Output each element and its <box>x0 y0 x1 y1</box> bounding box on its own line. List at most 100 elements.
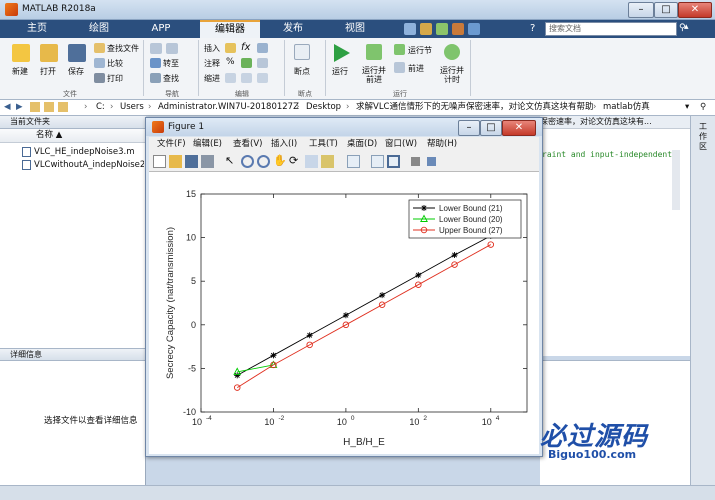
forward-icon[interactable]: ▶ <box>16 100 23 115</box>
path-segment[interactable]: Desktop <box>306 100 341 115</box>
menu-window[interactable]: 窗口(W) <box>385 137 417 152</box>
comment-percent-icon[interactable]: % <box>226 57 235 67</box>
print-button[interactable]: 打印 <box>107 73 123 84</box>
pan-icon[interactable]: ✋ <box>273 155 287 168</box>
path-segment[interactable]: matlab仿真 <box>603 100 650 115</box>
wrap-comment-icon[interactable] <box>257 58 268 68</box>
new-button[interactable]: 新建 <box>12 66 28 77</box>
insert-icon[interactable] <box>225 43 236 53</box>
find-button[interactable]: 查找 <box>163 73 179 84</box>
chevron-down-icon[interactable]: ▾ <box>685 100 689 115</box>
open-button[interactable]: 打开 <box>40 66 56 77</box>
undo-quick-icon[interactable] <box>420 23 432 35</box>
zoom-in-icon[interactable] <box>241 155 254 168</box>
path-segment[interactable]: 求解VLC通信情形下的无噪声保密速率，对论文仿真这块有帮助 <box>356 100 594 115</box>
indent-decrease-icon[interactable] <box>257 73 268 83</box>
address-bar[interactable]: ◀ ▶ › C: › Users › Administrator.WIN7U-2… <box>0 100 715 116</box>
tab-editor[interactable]: 编辑器 <box>200 20 260 38</box>
data-cursor-icon[interactable] <box>305 155 318 168</box>
run-button[interactable]: 运行 <box>332 66 348 77</box>
menu-file[interactable]: 文件(F) <box>157 137 186 152</box>
figure-close-button[interactable]: ✕ <box>502 120 536 136</box>
menu-help[interactable]: 帮助(H) <box>427 137 457 152</box>
save-icon[interactable] <box>68 44 86 62</box>
list-item[interactable]: VLC_HE_indepNoise3.m <box>34 147 135 157</box>
search-icon[interactable]: ⚲ <box>679 23 689 35</box>
open-file-icon[interactable] <box>169 155 182 168</box>
run-time-icon[interactable] <box>444 44 460 60</box>
maximize-button[interactable]: □ <box>654 2 678 18</box>
search-folder-icon[interactable]: ⚲ <box>700 100 706 115</box>
save-figure-icon[interactable] <box>185 155 198 168</box>
close-button[interactable]: ✕ <box>678 2 712 18</box>
rotate-icon[interactable]: ⟳ <box>289 155 302 168</box>
uncomment-icon[interactable] <box>241 58 252 68</box>
show-plot-tools-icon[interactable] <box>427 157 436 166</box>
menu-view[interactable]: 查看(V) <box>233 137 262 152</box>
compare-button[interactable]: 比较 <box>107 58 123 69</box>
breakpoints-button[interactable]: 断点 <box>294 66 310 77</box>
forward-nav-icon[interactable] <box>166 43 178 54</box>
print-figure-icon[interactable] <box>201 155 214 168</box>
tab-view[interactable]: 视图 <box>326 20 384 38</box>
zoom-out-icon[interactable] <box>257 155 270 168</box>
redo-quick-icon[interactable] <box>436 23 448 35</box>
menu-insert[interactable]: 插入(I) <box>271 137 297 152</box>
legend-icon[interactable] <box>387 155 400 168</box>
goto-button[interactable]: 转至 <box>163 58 179 69</box>
find-files-button[interactable]: 查找文件 <box>107 43 139 54</box>
save-button[interactable]: 保存 <box>68 66 84 77</box>
hide-plot-tools-icon[interactable] <box>411 157 420 166</box>
run-time-button[interactable]: 运行并 计时 <box>440 66 464 84</box>
back-nav-icon[interactable] <box>150 43 162 54</box>
advance-button[interactable]: 前进 <box>408 63 424 74</box>
indent-smart-icon[interactable] <box>225 73 236 83</box>
comment-button[interactable]: 注释 <box>204 58 220 69</box>
browse-folder-icon[interactable] <box>44 102 54 112</box>
tab-publish[interactable]: 发布 <box>264 20 322 38</box>
up-folder-icon[interactable] <box>30 102 40 112</box>
link-plot-icon[interactable] <box>347 155 360 168</box>
new-icon[interactable] <box>12 44 30 62</box>
scrollbar[interactable] <box>672 150 680 210</box>
indent-button[interactable]: 缩进 <box>204 73 220 84</box>
tab-home[interactable]: 主页 <box>8 20 66 38</box>
run-section-icon[interactable] <box>394 44 405 55</box>
save-quick-icon[interactable] <box>404 23 416 35</box>
run-advance-button[interactable]: 运行并 前进 <box>362 66 386 84</box>
menu-desktop[interactable]: 桌面(D) <box>347 137 377 152</box>
name-column-header[interactable]: 名称 ▲ <box>0 129 146 143</box>
insert-button[interactable]: 插入 <box>204 43 220 54</box>
advance-icon[interactable] <box>394 62 405 73</box>
new-figure-icon[interactable] <box>153 155 166 168</box>
tab-apps[interactable]: APP <box>132 20 190 38</box>
editor-area[interactable]: 保密速率，对论文仿真这块有... raint and input-indepen… <box>540 116 690 356</box>
menu-edit[interactable]: 编辑(E) <box>193 137 222 152</box>
run-icon[interactable] <box>334 44 350 62</box>
indent-increase-icon[interactable] <box>241 73 252 83</box>
menu-tools[interactable]: 工具(T) <box>309 137 338 152</box>
fx-icon[interactable]: fx <box>241 42 250 53</box>
back-icon[interactable]: ◀ <box>4 100 11 115</box>
workspace-label[interactable]: 工作区 <box>699 122 709 152</box>
figure-minimize-button[interactable]: – <box>458 120 480 136</box>
run-section-button[interactable]: 运行节 <box>408 45 432 56</box>
brush-icon[interactable] <box>321 155 334 168</box>
editor-path-tab[interactable]: 保密速率，对论文仿真这块有... <box>540 116 690 129</box>
colorbar-icon[interactable] <box>371 155 384 168</box>
figure-maximize-button[interactable]: □ <box>480 120 502 136</box>
list-item[interactable]: VLCwithoutA_indepNoise2_l <box>34 160 144 170</box>
tab-plots[interactable]: 绘图 <box>70 20 128 38</box>
path-segment[interactable]: Users <box>120 100 144 115</box>
run-advance-icon[interactable] <box>366 44 382 60</box>
breakpoints-icon[interactable] <box>294 44 310 60</box>
help-icon[interactable]: ? <box>530 23 542 35</box>
copy-quick-icon[interactable] <box>468 23 480 35</box>
cut-quick-icon[interactable] <box>452 23 464 35</box>
pointer-icon[interactable]: ↖ <box>225 155 238 168</box>
search-documentation-input[interactable]: 搜索文档 <box>545 22 677 36</box>
path-segment[interactable]: C: <box>96 100 105 115</box>
open-folder-icon[interactable] <box>40 44 58 62</box>
name-column-label[interactable]: 名称 ▲ <box>36 129 62 142</box>
path-segment[interactable]: Administrator.WIN7U-20180127Z <box>158 100 299 115</box>
